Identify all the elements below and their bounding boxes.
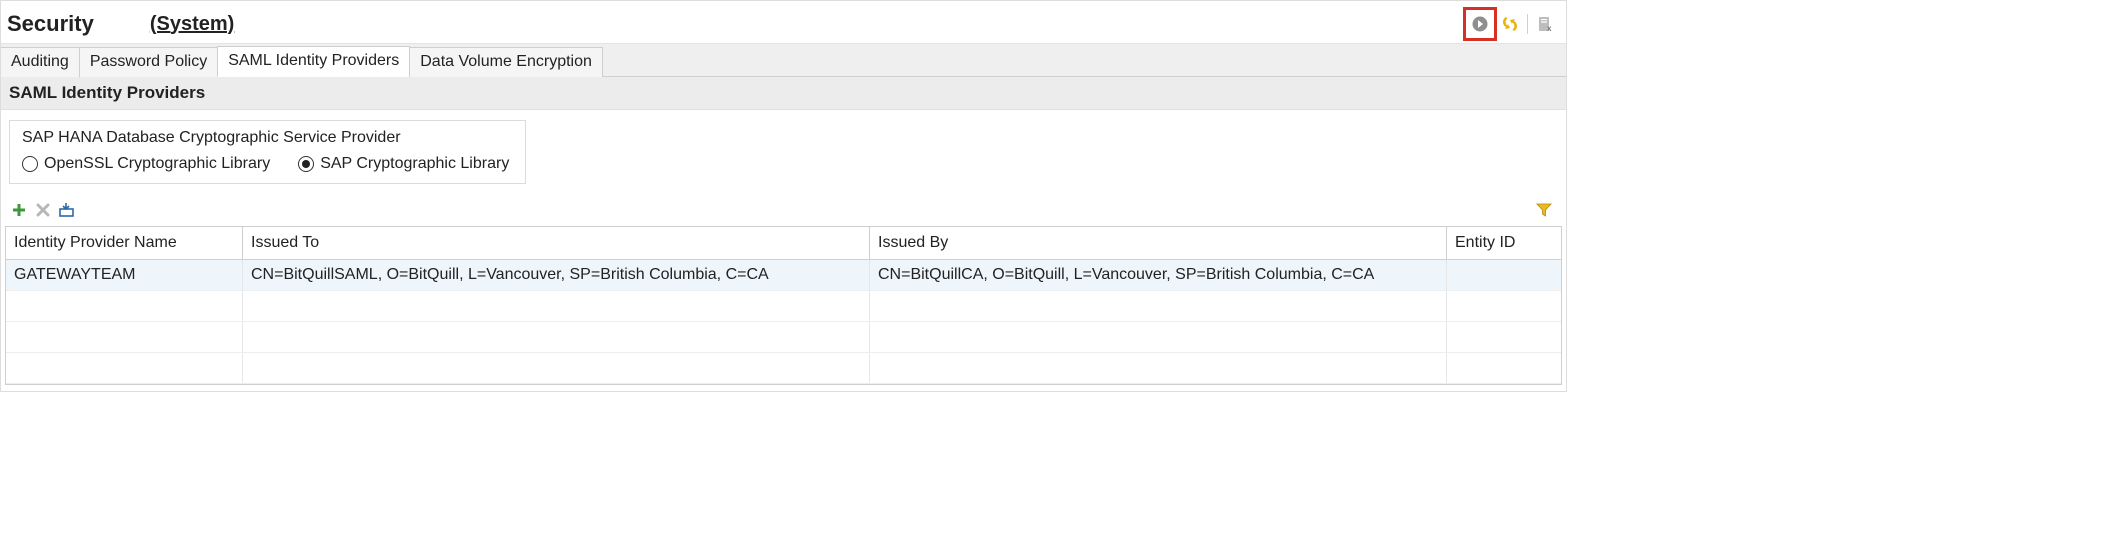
tab-data-volume-encryption[interactable]: Data Volume Encryption <box>409 47 603 77</box>
table-row-empty <box>6 353 1561 384</box>
cell-provider-name: GATEWAYTEAM <box>6 260 243 291</box>
page-header: Security (System) x <box>1 1 1566 43</box>
add-button[interactable] <box>9 200 29 220</box>
page-title: Security <box>7 11 94 37</box>
refresh-icon[interactable] <box>1499 13 1521 35</box>
page-context: (System) <box>150 13 234 36</box>
radio-label: SAP Cryptographic Library <box>320 155 509 173</box>
col-entity-id[interactable]: Entity ID <box>1447 227 1562 260</box>
crypto-provider-group: SAP HANA Database Cryptographic Service … <box>9 120 526 184</box>
table-row-empty <box>6 291 1561 322</box>
table-row-empty <box>6 322 1561 353</box>
table-toolbar <box>1 198 1566 226</box>
cell-entity-id <box>1447 260 1562 291</box>
delete-button[interactable] <box>33 200 53 220</box>
deploy-icon[interactable] <box>1467 11 1493 37</box>
filter-button[interactable] <box>1534 200 1554 220</box>
radio-icon <box>22 156 38 172</box>
svg-text:x: x <box>1547 24 1552 33</box>
col-issued-to[interactable]: Issued To <box>243 227 870 260</box>
radio-openssl[interactable]: OpenSSL Cryptographic Library <box>22 155 270 173</box>
table-header-row: Identity Provider Name Issued To Issued … <box>6 227 1561 260</box>
crypto-provider-legend: SAP HANA Database Cryptographic Service … <box>22 129 509 147</box>
col-issued-by[interactable]: Issued By <box>870 227 1447 260</box>
tab-saml-identity-providers[interactable]: SAML Identity Providers <box>217 46 410 77</box>
tab-password-policy[interactable]: Password Policy <box>79 47 218 77</box>
section-title: SAML Identity Providers <box>1 77 1566 110</box>
table-row[interactable]: GATEWAYTEAM CN=BitQuillSAML, O=BitQuill,… <box>6 260 1561 291</box>
tab-auditing[interactable]: Auditing <box>1 47 80 77</box>
col-provider-name[interactable]: Identity Provider Name <box>6 227 243 260</box>
radio-icon <box>298 156 314 172</box>
export-icon[interactable]: x <box>1534 13 1556 35</box>
cell-issued-to: CN=BitQuillSAML, O=BitQuill, L=Vancouver… <box>243 260 870 291</box>
cell-issued-by: CN=BitQuillCA, O=BitQuill, L=Vancouver, … <box>870 260 1447 291</box>
header-toolbar: x <box>1467 11 1560 37</box>
radio-sap-crypto[interactable]: SAP Cryptographic Library <box>298 155 509 173</box>
import-button[interactable] <box>57 200 77 220</box>
tab-bar: Auditing Password Policy SAML Identity P… <box>1 43 1566 76</box>
identity-provider-table: Identity Provider Name Issued To Issued … <box>5 226 1562 385</box>
radio-label: OpenSSL Cryptographic Library <box>44 155 270 173</box>
